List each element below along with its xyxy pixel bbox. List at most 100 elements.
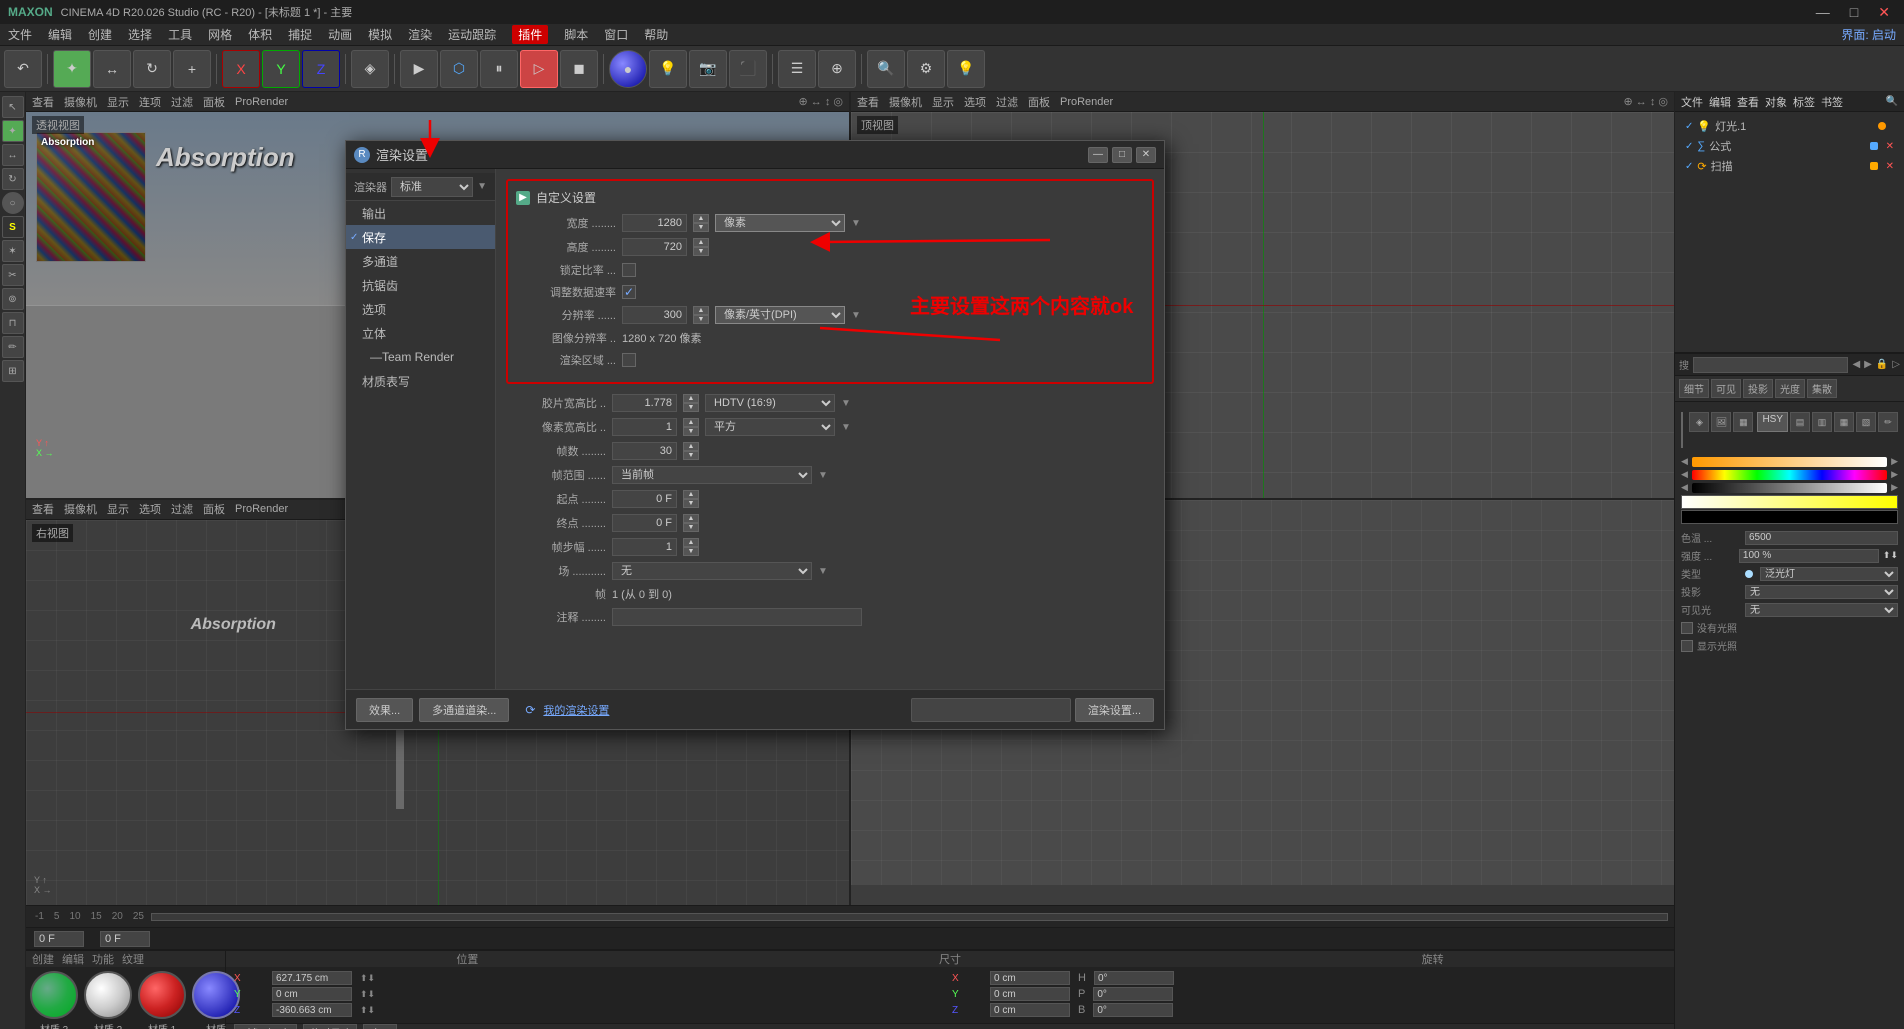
mat-tab-create[interactable]: 创建 (32, 951, 54, 967)
x-axis-btn[interactable]: X (222, 50, 260, 88)
section-toggle[interactable]: ▶ (516, 191, 530, 205)
sidebar-item-stereo[interactable]: 立体 (346, 321, 495, 345)
sidebar-item-output[interactable]: 输出 (346, 201, 495, 225)
prop-color-input[interactable] (1745, 531, 1898, 545)
left-tool-scale[interactable]: ↔ (2, 144, 24, 166)
prop-visible-select[interactable]: 无 (1745, 603, 1898, 617)
prop-nolight-check[interactable] (1681, 622, 1693, 634)
field-select[interactable]: 无 (612, 562, 812, 580)
prop-type-select[interactable]: 泛光灯 (1760, 567, 1898, 581)
menu-select[interactable]: 选择 (128, 26, 152, 43)
notes-input[interactable] (612, 608, 862, 626)
color-swatch[interactable] (1681, 412, 1683, 448)
undo-btn[interactable]: ↶ (4, 50, 42, 88)
adjust-rate-check[interactable]: ✓ (622, 285, 636, 299)
vp-tr-menu-filter[interactable]: 过滤 (996, 94, 1018, 110)
size-p-input[interactable] (1093, 987, 1173, 1001)
obj-search-icon[interactable]: 🔍 (1886, 96, 1898, 107)
sidebar-item-save[interactable]: 保存 (346, 225, 495, 249)
tree-item-scan[interactable]: ✓ ⟳ 扫描 ✕ (1679, 156, 1900, 176)
left-tool-select[interactable]: ↖ (2, 96, 24, 118)
res-up[interactable]: ▲ (693, 306, 709, 315)
settings-btn[interactable]: ⚙ (907, 50, 945, 88)
menu-active-highlight[interactable]: 插件 (512, 25, 548, 44)
interface-label[interactable]: 界面: 启动 (1841, 26, 1896, 43)
left-tool-s[interactable]: S (2, 216, 24, 238)
vp-bl-menu-options[interactable]: 选项 (139, 501, 161, 517)
vp-tl-menu-filter[interactable]: 过滤 (171, 94, 193, 110)
move-btn[interactable]: ✦ (53, 50, 91, 88)
vp-tr-menu-look[interactable]: 查看 (857, 94, 879, 110)
pixel-ratio-input[interactable] (612, 418, 677, 436)
menu-file[interactable]: 文件 (8, 26, 32, 43)
width-down[interactable]: ▼ (693, 223, 709, 232)
prop-strength-input[interactable] (1739, 549, 1879, 563)
color-slider-orange[interactable] (1692, 457, 1887, 467)
left-tool-rotate[interactable]: ↻ (2, 168, 24, 190)
multipass-btn[interactable]: 多通道道染... (419, 698, 509, 722)
stop-btn[interactable]: ◼ (560, 50, 598, 88)
render-settings-btn[interactable]: 渲染设置... (1075, 698, 1154, 722)
menu-simulate[interactable]: 模拟 (368, 26, 392, 43)
film-ratio-select[interactable]: HDTV (16:9) (705, 394, 835, 412)
vp-tr-menu-display[interactable]: 显示 (932, 94, 954, 110)
menu-script-motion[interactable]: 运动跟踪 (448, 26, 496, 43)
tab-caustic[interactable]: 集散 (1807, 379, 1837, 398)
material-item-2[interactable]: 材质.2 (84, 971, 132, 1029)
height-up[interactable]: ▲ (693, 238, 709, 247)
film-down[interactable]: ▼ (683, 403, 699, 412)
frame-current-input[interactable] (100, 931, 150, 947)
apply-btn[interactable]: 应用 (363, 1024, 397, 1029)
menu-create[interactable]: 创建 (88, 26, 112, 43)
sidebar-item-matoverwrite[interactable]: 材质表写 (346, 369, 495, 393)
vp-tr-menu-panel[interactable]: 面板 (1028, 94, 1050, 110)
pos-x-input[interactable] (272, 971, 352, 985)
obj-header-view[interactable]: 查看 (1737, 94, 1759, 110)
resolution-input[interactable] (622, 306, 687, 324)
sidebar-item-teamrender[interactable]: — Team Render (346, 345, 495, 369)
my-settings-link[interactable]: 我的渲染设置 (543, 702, 609, 718)
width-up[interactable]: ▲ (693, 214, 709, 223)
menu-mesh[interactable]: 网格 (208, 26, 232, 43)
left-tool-magnet[interactable]: ⊓ (2, 312, 24, 334)
add-btn[interactable]: + (173, 50, 211, 88)
color-slider-rainbow[interactable] (1692, 470, 1887, 480)
pen-icon[interactable]: ✏ (1878, 412, 1898, 432)
render-active-btn[interactable]: ▷ (520, 50, 558, 88)
tree-item-light1[interactable]: ✓ 💡 灯光.1 (1679, 116, 1900, 136)
menu-animate[interactable]: 动画 (328, 26, 352, 43)
width-input[interactable] (622, 214, 687, 232)
color-extra-3[interactable]: ▦ (1834, 412, 1854, 432)
bend-btn[interactable]: ⊕ (818, 50, 856, 88)
pause-btn[interactable]: ⏸ (480, 50, 518, 88)
tab-detail[interactable]: 细节 (1679, 379, 1709, 398)
menu-render[interactable]: 渲染 (408, 26, 432, 43)
slider-arrow-right-1[interactable]: ▶ (1891, 456, 1898, 467)
hsy-button[interactable]: HSY (1757, 412, 1788, 432)
step-input[interactable] (612, 538, 677, 556)
vp-tl-menu-prorender[interactable]: ProRender (235, 96, 288, 108)
obj-header-tag[interactable]: 标签 (1793, 94, 1815, 110)
scale-btn[interactable]: ↔ (93, 50, 131, 88)
slider-arrow-left-3[interactable]: ◀ (1681, 482, 1688, 493)
material-item-1[interactable]: 材质.1 (138, 971, 186, 1029)
color-bottom-bar[interactable] (1681, 495, 1898, 509)
menu-tools[interactable]: 工具 (168, 26, 192, 43)
dialog-maximize[interactable]: □ (1112, 147, 1132, 163)
size-x-input[interactable] (990, 971, 1070, 985)
vp-tl-menu-look[interactable]: 查看 (32, 94, 54, 110)
vp-tl-menu-panel[interactable]: 面板 (203, 94, 225, 110)
menu-help[interactable]: 帮助 (644, 26, 668, 43)
size-b-input[interactable] (1093, 1003, 1173, 1017)
pixel-down[interactable]: ▼ (683, 427, 699, 436)
render-settings-input[interactable] (911, 698, 1071, 722)
film-ratio-input[interactable] (612, 394, 677, 412)
left-tool-weld[interactable]: ⊚ (2, 288, 24, 310)
pos-z-spin[interactable]: ⬆⬇ (360, 1005, 375, 1016)
mat-tab-edit[interactable]: 编辑 (62, 951, 84, 967)
vp-bl-menu-display[interactable]: 显示 (107, 501, 129, 517)
slider-arrow-left-1[interactable]: ◀ (1681, 456, 1688, 467)
res-down[interactable]: ▼ (693, 315, 709, 324)
tab-photometric[interactable]: 光度 (1775, 379, 1805, 398)
close-btn[interactable]: ✕ (1872, 4, 1896, 21)
